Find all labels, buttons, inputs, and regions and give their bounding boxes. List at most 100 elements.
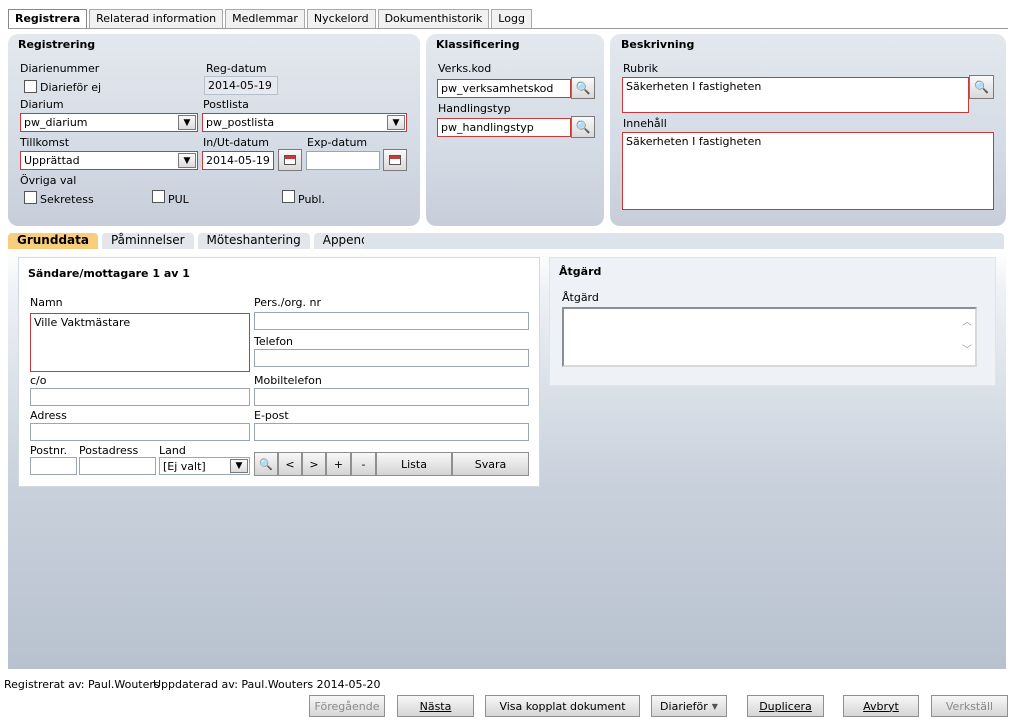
chevron-down-icon[interactable]: ▼ <box>178 153 196 168</box>
publ-label: Publ. <box>298 193 325 206</box>
postnr-label: Postnr. <box>30 444 67 457</box>
avbryt-button[interactable]: Avbryt <box>843 695 919 717</box>
scroll-up-icon[interactable]: ︿ <box>962 315 972 331</box>
telefon-field[interactable] <box>254 349 529 367</box>
handling-field[interactable]: pw_handlingstyp <box>437 118 571 137</box>
calendar-icon <box>389 155 401 165</box>
namn-field[interactable]: Ville Vaktmästare <box>30 313 250 372</box>
publ-checkbox[interactable] <box>282 190 295 203</box>
exp-calendar-button[interactable] <box>383 149 407 171</box>
inut-calendar-button[interactable] <box>278 149 302 171</box>
diarium-label: Diarium <box>20 98 64 111</box>
tab-logg[interactable]: Logg <box>491 9 532 29</box>
uppdaterat-status: Uppdaterad av: Paul.Wouters 2014-05-20 <box>153 678 381 691</box>
regdatum-field: 2014-05-19 <box>204 76 278 95</box>
namn-label: Namn <box>30 296 63 309</box>
exp-label: Exp-datum <box>307 136 368 149</box>
duplicera-button[interactable]: Duplicera <box>747 695 824 717</box>
atgard-title: Åtgärd <box>559 265 602 278</box>
verkstall-button[interactable]: Verkställ <box>931 695 1008 717</box>
postadress-field[interactable] <box>79 457 156 475</box>
tillkomst-value: Upprättad <box>24 154 80 167</box>
chevron-down-icon[interactable]: ▼ <box>230 459 248 473</box>
exp-date-field[interactable] <box>306 151 380 170</box>
land-select[interactable]: [Ej valt] ▼ <box>159 457 250 475</box>
postadress-label: Postadress <box>79 444 139 457</box>
subtab-paminnelser[interactable]: Påminnelser <box>101 233 194 249</box>
search-icon: 🔍 <box>259 457 273 471</box>
inut-label: In/Ut-datum <box>203 136 269 149</box>
telefon-label: Telefon <box>254 335 294 348</box>
caret-down-icon: ▼ <box>711 701 718 711</box>
epost-label: E-post <box>254 409 289 422</box>
chevron-down-icon[interactable]: ▼ <box>387 115 405 130</box>
co-field[interactable] <box>30 388 250 406</box>
tillkomst-label: Tillkomst <box>20 136 70 149</box>
next-sender-button[interactable]: > <box>302 452 326 476</box>
verks-search-button[interactable]: 🔍 <box>571 77 595 99</box>
atgard-field[interactable]: ︿ ﹀ <box>562 307 977 367</box>
sekretess-label: Sekretess <box>40 193 94 206</box>
diarifor-button[interactable]: Diarieför ▼ <box>651 695 727 717</box>
mobil-label: Mobiltelefon <box>254 374 322 387</box>
tab-relaterad-information[interactable]: Relaterad information <box>89 9 224 29</box>
mobil-field[interactable] <box>254 388 529 406</box>
lista-button[interactable]: Lista <box>376 452 452 476</box>
handling-search-button[interactable]: 🔍 <box>571 116 595 138</box>
sender-title: Sändare/mottagare 1 av 1 <box>28 267 190 280</box>
postlista-value: pw_postlista <box>206 116 275 129</box>
visa-kopplat-dokument-button[interactable]: Visa kopplat dokument <box>485 695 640 717</box>
postlista-label: Postlista <box>203 98 249 111</box>
diarifor-ej-checkbox[interactable] <box>24 80 37 93</box>
pul-label: PUL <box>168 193 189 206</box>
rubrik-label: Rubrik <box>623 62 659 75</box>
tab-nyckelord[interactable]: Nyckelord <box>306 9 376 29</box>
add-sender-button[interactable]: + <box>326 452 351 476</box>
diarifor-label: Diarieför <box>660 699 708 713</box>
tab-dokumenthistorik[interactable]: Dokumenthistorik <box>377 9 490 29</box>
rubrik-search-button[interactable]: 🔍 <box>969 75 994 99</box>
calendar-icon <box>284 155 296 165</box>
adress-field[interactable] <box>30 423 250 441</box>
registrering-title: Registrering <box>18 38 96 51</box>
search-icon: 🔍 <box>575 120 591 134</box>
sekretess-checkbox[interactable] <box>24 191 37 204</box>
diarium-select[interactable]: pw_diarium ▼ <box>20 113 198 132</box>
pers-field[interactable] <box>254 312 529 330</box>
sub-tabs: Grunddata Påminnelser Möteshantering App… <box>8 233 392 249</box>
subtab-moteshantering[interactable]: Möteshantering <box>197 233 310 249</box>
verks-field[interactable]: pw_verksamhetskod <box>437 79 571 98</box>
svara-button[interactable]: Svara <box>452 452 529 476</box>
epost-field[interactable] <box>254 423 529 441</box>
remove-sender-button[interactable]: - <box>351 452 376 476</box>
postlista-select[interactable]: pw_postlista ▼ <box>202 113 407 132</box>
prev-sender-button[interactable]: < <box>278 452 302 476</box>
pul-checkbox[interactable] <box>152 190 165 203</box>
tab-underline <box>8 28 1008 29</box>
innehall-field[interactable]: Säkerheten I fastigheten <box>622 132 994 210</box>
ovriga-label: Övriga val <box>20 174 77 187</box>
diarienummer-label: Diarienummer <box>20 62 100 75</box>
foregaende-button[interactable]: Föregående <box>309 695 385 717</box>
co-label: c/o <box>30 374 47 387</box>
rubrik-field[interactable]: Säkerheten I fastigheten <box>622 77 969 113</box>
search-icon: 🔍 <box>575 81 591 95</box>
tab-medlemmar[interactable]: Medlemmar <box>225 9 305 29</box>
atgard-field-label: Åtgärd <box>562 291 599 304</box>
nasta-button[interactable]: Nästa <box>397 695 474 717</box>
scroll-down-icon[interactable]: ﹀ <box>962 343 972 359</box>
chevron-down-icon[interactable]: ▼ <box>178 115 196 130</box>
beskrivning-title: Beskrivning <box>621 38 695 51</box>
postnr-field[interactable] <box>30 457 77 475</box>
subtab-grunddata[interactable]: Grunddata <box>8 233 98 249</box>
diarium-value: pw_diarium <box>24 116 88 129</box>
inut-date-field[interactable]: 2014-05-19 <box>202 151 274 170</box>
tab-registrera[interactable]: Registrera <box>8 9 88 29</box>
sender-search-button[interactable]: 🔍 <box>254 452 278 476</box>
land-value: [Ej valt] <box>163 460 206 473</box>
tillkomst-select[interactable]: Upprättad ▼ <box>20 151 198 170</box>
land-label: Land <box>159 444 186 457</box>
diarifor-ej-label: Diarieför ej <box>40 81 102 94</box>
pers-label: Pers./org. nr <box>254 296 321 309</box>
registrerat-status: Registrerat av: Paul.Wouters <box>4 678 160 691</box>
